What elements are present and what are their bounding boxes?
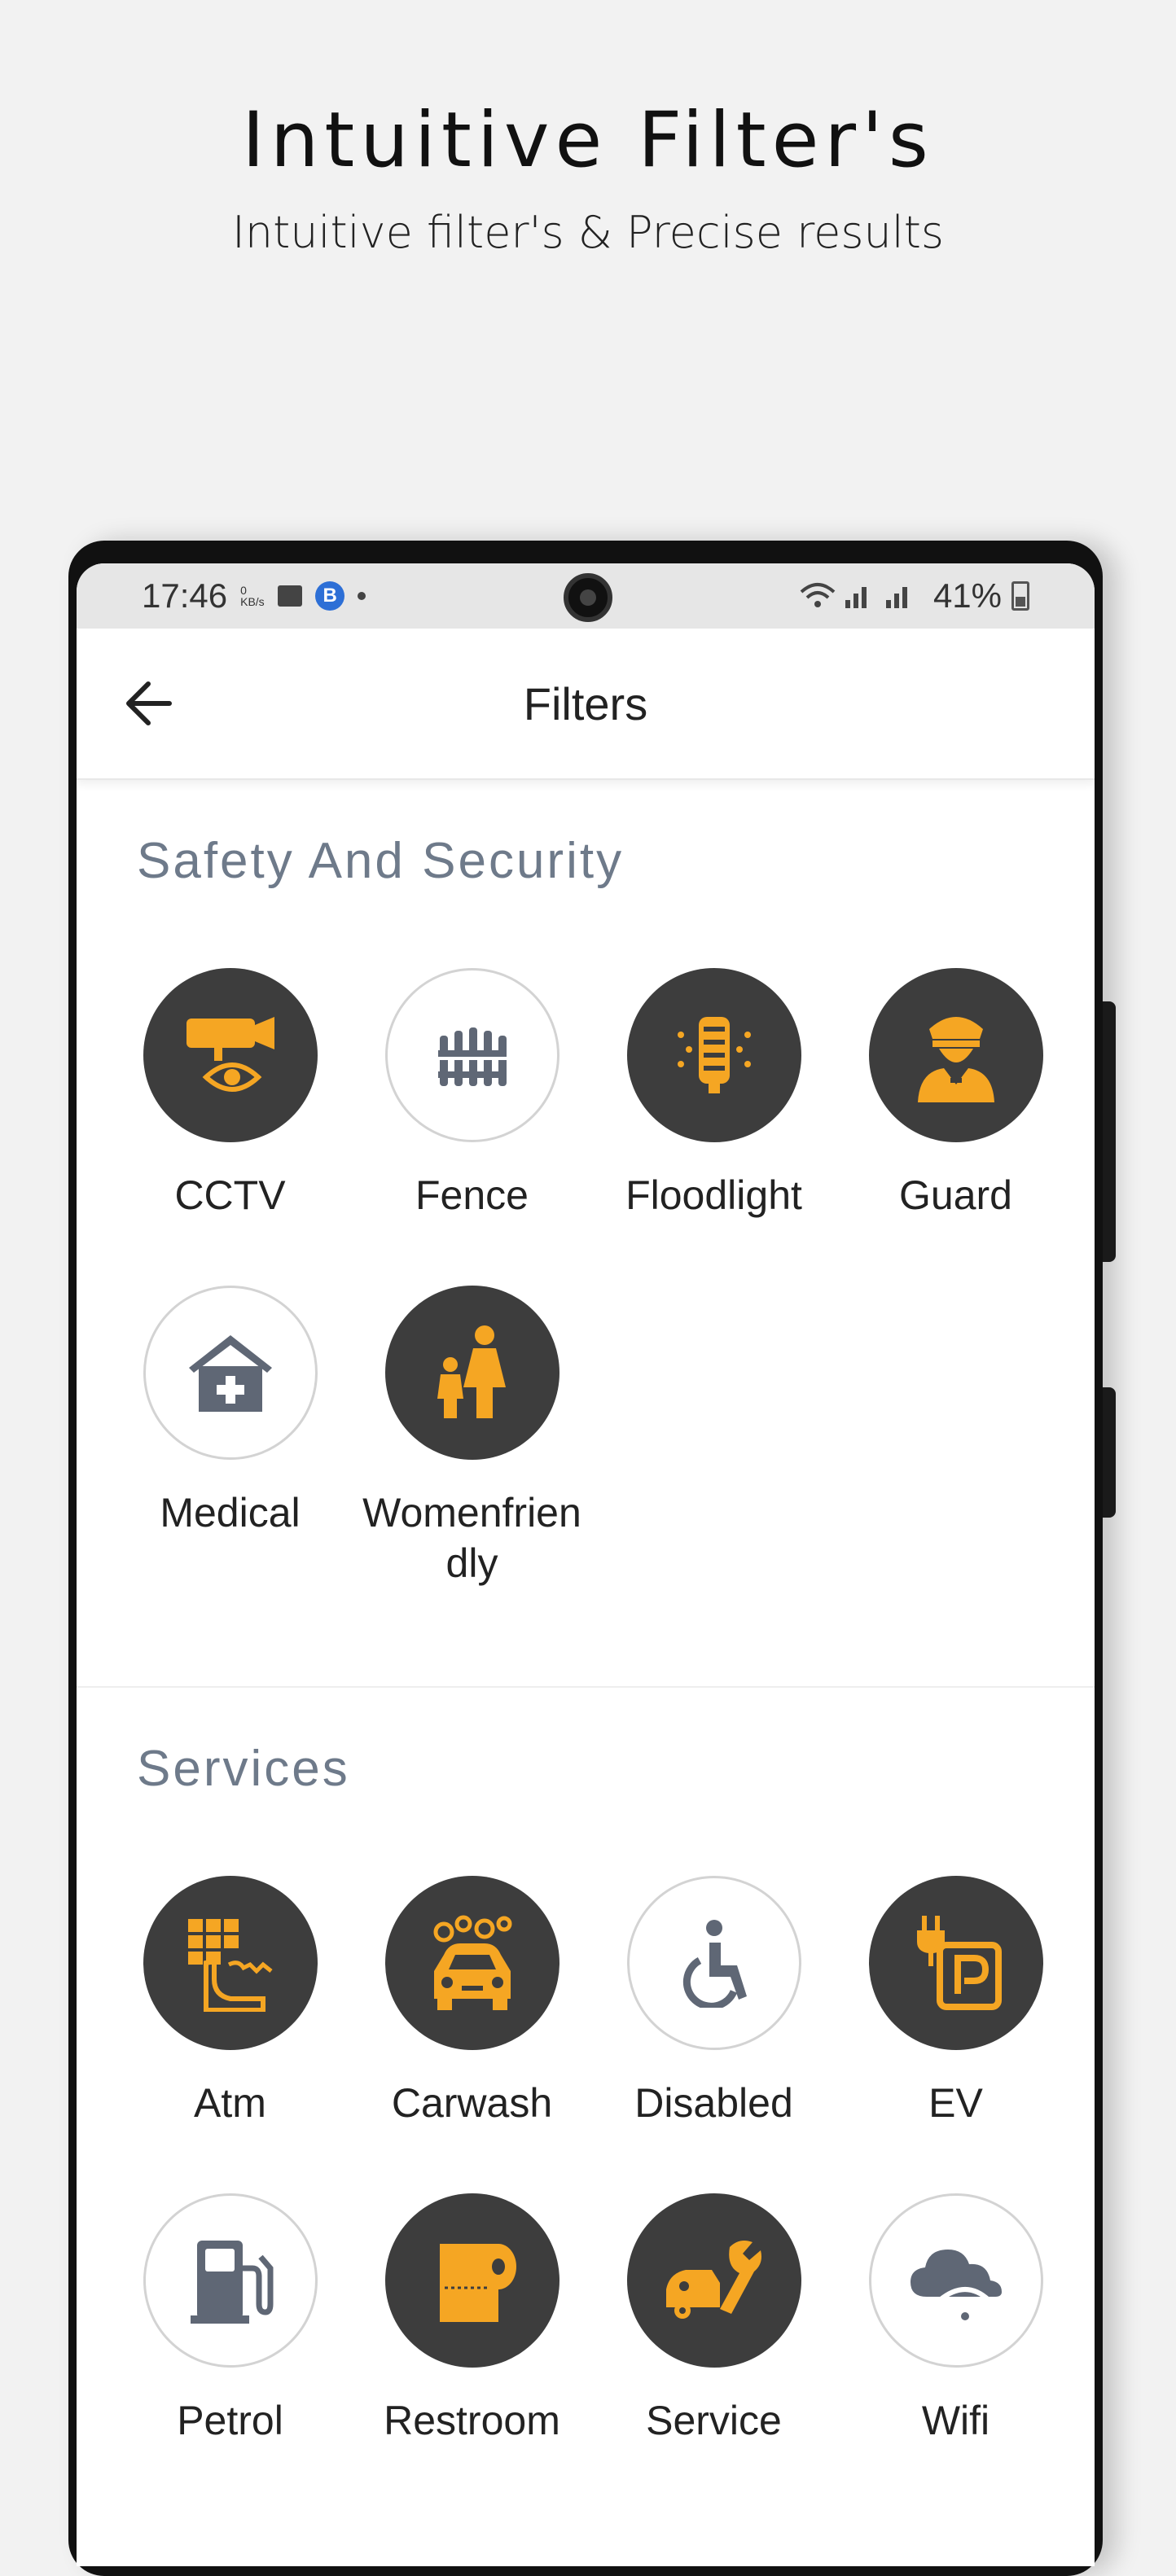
guard-icon xyxy=(917,1017,994,1102)
filter-toggle[interactable] xyxy=(143,2193,318,2368)
filter-label: Wifi xyxy=(921,2398,990,2443)
filter-label: Guard xyxy=(899,1172,1012,1218)
filter-toggle[interactable] xyxy=(143,968,318,1142)
filter-cctv[interactable]: CCTV xyxy=(109,968,351,1220)
filter-atm[interactable]: Atm xyxy=(109,1876,351,2128)
front-camera xyxy=(564,573,612,622)
filter-guard[interactable]: Guard xyxy=(835,968,1077,1220)
app-bar: Filters xyxy=(77,629,1095,780)
section-title: Safety And Security xyxy=(137,833,625,889)
woman-child-icon xyxy=(437,1325,506,1418)
carwash-icon xyxy=(433,1915,511,2010)
back-button[interactable] xyxy=(122,677,174,729)
app-notification-icon: B xyxy=(315,581,345,611)
filter-toggle[interactable] xyxy=(868,2193,1043,2368)
power-button xyxy=(1103,1387,1116,1518)
filter-disabled[interactable]: Disabled xyxy=(593,1876,835,2128)
filter-grid: Atm Carwash Disabled EV Petrol Restroom … xyxy=(109,1876,1095,2511)
filter-label: Floodlight xyxy=(625,1172,802,1218)
filter-label: Atm xyxy=(194,2080,266,2126)
filter-wifi[interactable]: Wifi xyxy=(835,2193,1077,2446)
filter-label: Service xyxy=(646,2398,782,2443)
filter-fence[interactable]: Fence xyxy=(351,968,593,1220)
cloud-wifi-icon xyxy=(910,2250,1002,2320)
filter-toggle[interactable] xyxy=(143,1876,318,2050)
filter-petrol[interactable]: Petrol xyxy=(109,2193,351,2446)
filter-toggle[interactable] xyxy=(384,1286,559,1460)
signal-icon xyxy=(845,587,907,608)
atm-keypad-icon xyxy=(187,1919,273,2012)
wifi-icon xyxy=(800,583,836,607)
cctv-camera-icon xyxy=(186,1017,274,1092)
filter-restroom[interactable]: Restroom xyxy=(351,2193,593,2446)
filter-toggle[interactable] xyxy=(868,1876,1043,2050)
filter-toggle[interactable] xyxy=(384,2193,559,2368)
promo-title: Intuitive Filter's xyxy=(242,96,934,185)
filter-service[interactable]: Service xyxy=(593,2193,835,2446)
phone-frame: 17:46 0 KB/s B 41% Filters Safety And Se… xyxy=(68,541,1116,2576)
filter-toggle[interactable] xyxy=(626,1876,801,2050)
ev-parking-icon xyxy=(916,1916,1002,2010)
net-speed-indicator: 0 KB/s xyxy=(240,584,265,608)
battery-percent: 41% xyxy=(932,576,1002,615)
filter-label: Medical xyxy=(160,1490,301,1536)
arrow-left-icon xyxy=(126,681,172,725)
filter-toggle[interactable] xyxy=(143,1286,318,1460)
car-repair-icon xyxy=(665,2241,761,2319)
section-title: Services xyxy=(137,1741,350,1797)
filter-ev[interactable]: EV xyxy=(835,1876,1077,2128)
filter-label: Restroom xyxy=(384,2398,560,2443)
filter-label: Womenfriendly xyxy=(362,1490,581,1586)
status-time: 17:46 xyxy=(142,576,228,615)
filter-toggle[interactable] xyxy=(626,2193,801,2368)
fuel-pump-icon xyxy=(190,2241,273,2324)
filter-grid: CCTV Fence Floodlight Guard Medical Wome… xyxy=(109,968,1095,1654)
medical-house-icon xyxy=(188,1335,272,1412)
filter-label: Carwash xyxy=(391,2080,553,2126)
promo-subtitle: Intuitive filter's & Precise results xyxy=(231,207,945,258)
section-services: Services Atm Carwash Disabled EV Petrol … xyxy=(77,1688,1095,2543)
gallery-notification-icon xyxy=(278,585,303,607)
filter-label: EV xyxy=(928,2080,983,2126)
filter-womenfriendly[interactable]: Womenfriendly xyxy=(351,1286,593,1588)
filter-floodlight[interactable]: Floodlight xyxy=(593,968,835,1220)
more-notifications-icon xyxy=(358,592,366,600)
filter-label: Fence xyxy=(415,1172,529,1218)
fence-icon xyxy=(437,1027,507,1086)
filter-label: CCTV xyxy=(174,1172,286,1218)
toilet-roll-icon xyxy=(439,2244,516,2322)
filter-medical[interactable]: Medical xyxy=(109,1286,351,1588)
wheelchair-icon xyxy=(682,1920,747,2008)
phone-screen: 17:46 0 KB/s B 41% Filters Safety And Se… xyxy=(77,563,1095,2566)
filter-label: Petrol xyxy=(177,2398,283,2443)
filter-toggle[interactable] xyxy=(626,968,801,1142)
filter-label: Disabled xyxy=(634,2080,793,2126)
filter-toggle[interactable] xyxy=(384,968,559,1142)
filter-toggle[interactable] xyxy=(868,968,1043,1142)
filter-carwash[interactable]: Carwash xyxy=(351,1876,593,2128)
floodlight-icon xyxy=(677,1017,751,1093)
page-title: Filters xyxy=(523,677,648,729)
battery-icon xyxy=(1011,581,1029,611)
status-bar: 17:46 0 KB/s B 41% xyxy=(77,563,1095,629)
volume-button xyxy=(1103,1001,1116,1262)
filter-toggle[interactable] xyxy=(384,1876,559,2050)
section-safety-and-security: Safety And Security CCTV Fence Floodligh… xyxy=(77,780,1095,1688)
